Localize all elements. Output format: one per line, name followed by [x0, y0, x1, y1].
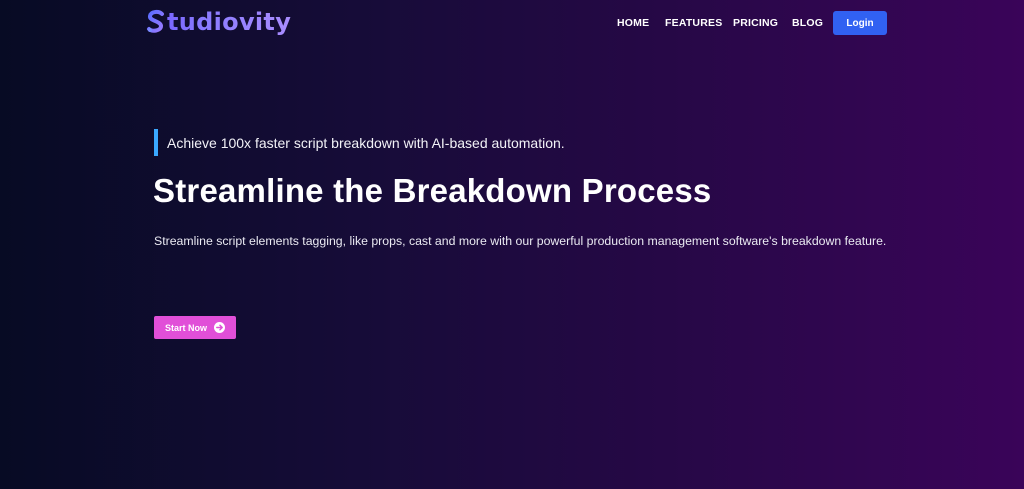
hero-headline: Streamline the Breakdown Process — [153, 172, 712, 209]
tagline-row: Achieve 100x faster script breakdown wit… — [154, 129, 565, 156]
nav-item-home[interactable]: HOME — [617, 17, 665, 29]
hero-description: Streamline script elements tagging, like… — [154, 234, 887, 248]
arrow-right-circle-icon — [214, 322, 225, 333]
nav-item-blog[interactable]: BLOG — [792, 17, 832, 29]
start-now-button[interactable]: Start Now — [154, 316, 236, 339]
tagline-accent-bar — [154, 129, 158, 156]
start-now-label: Start Now — [164, 322, 207, 333]
nav-item-pricing[interactable]: PRICING — [733, 17, 792, 29]
brand-name: tudiovity — [167, 8, 292, 36]
login-button[interactable]: Login — [833, 11, 887, 35]
brand-logo[interactable]: tudiovity — [146, 8, 291, 36]
top-navigation-bar: tudiovity HOME FEATURES PRICING BLOG Log… — [0, 0, 1024, 46]
s-letter-logo-icon — [147, 9, 164, 33]
hero-tagline: Achieve 100x faster script breakdown wit… — [167, 134, 565, 151]
main-nav: HOME FEATURES PRICING BLOG — [617, 17, 832, 29]
nav-item-features[interactable]: FEATURES — [665, 17, 733, 29]
